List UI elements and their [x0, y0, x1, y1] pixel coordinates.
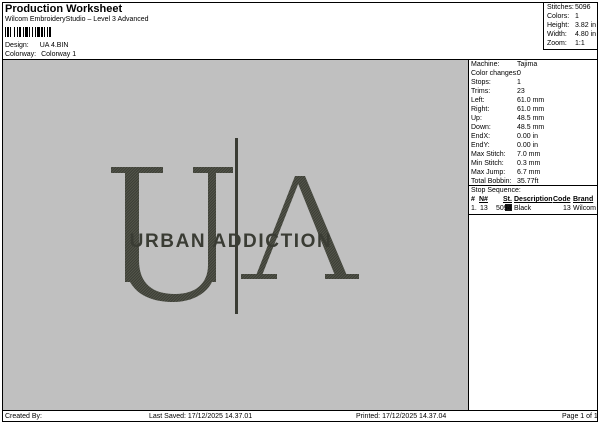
endx-label: EndX:	[471, 133, 491, 140]
machine-label: Machine:	[471, 61, 500, 68]
trims-value: 23	[517, 88, 525, 95]
colorway-label: Colorway:	[5, 51, 37, 58]
trims-label: Trims:	[471, 88, 491, 95]
page-title: Production Worksheet	[5, 3, 123, 15]
printed-date: Printed: 17/12/2025 14.37.04	[356, 413, 447, 420]
stop-sequence-title: Stop Sequence:	[471, 187, 521, 194]
logo-vertical-line	[235, 138, 238, 314]
color-changes-value: 0	[517, 70, 521, 77]
max-jump-value: 6.7 mm	[517, 169, 541, 176]
last-saved: Last Saved: 17/12/2025 14.37.01	[149, 413, 253, 420]
seq-col-num: #	[471, 196, 475, 203]
colors-label: Colors:	[547, 13, 570, 20]
colorway-name: Colorway 1	[41, 51, 77, 58]
design-name: UA 4.BIN	[39, 42, 69, 49]
endy-value: 0.00 in	[517, 142, 539, 149]
width-label: Width:	[547, 31, 567, 38]
seq-col-stitches: St.	[503, 196, 512, 203]
design-row: Design: UA 4.BIN	[5, 42, 68, 50]
zoom-value: 1:1	[575, 40, 585, 47]
ua-logo-artwork: URBAN ADDICTION	[111, 138, 359, 314]
panel-divider	[468, 59, 469, 410]
left-label: Left:	[471, 97, 485, 104]
down-label: Down:	[471, 124, 491, 131]
max-stitch-value: 7.0 mm	[517, 151, 541, 158]
seq-col-needle: N#	[479, 196, 488, 203]
seq-row-description: Black	[514, 205, 532, 212]
seq-col-brand: Brand	[573, 196, 594, 203]
up-label: Up:	[471, 115, 482, 122]
stops-label: Stops:	[471, 79, 491, 86]
max-stitch-label: Max Stitch:	[471, 151, 506, 158]
machine-value: Tajima	[517, 61, 538, 68]
colorway-row: Colorway: Colorway 1	[5, 51, 76, 59]
max-jump-label: Max Jump:	[471, 169, 506, 176]
left-value: 61.0 mm	[517, 97, 545, 104]
width-value: 4.80 in	[575, 31, 597, 38]
seq-row-num: 1.	[471, 205, 477, 212]
seq-row-stitches: 5094	[496, 205, 512, 212]
letter-a-mark	[241, 176, 359, 279]
down-value: 48.5 mm	[517, 124, 545, 131]
created-by: Created By:	[5, 413, 42, 420]
up-value: 48.5 mm	[517, 115, 545, 122]
colors-value: 1	[575, 13, 579, 20]
stitches-value: 5096	[575, 4, 591, 11]
endx-value: 0.00 in	[517, 133, 539, 140]
stops-value: 1	[517, 79, 521, 86]
seq-row-needle: 13	[480, 205, 488, 212]
seq-col-code: Code	[553, 196, 571, 203]
color-changes-label: Color changes:	[471, 70, 519, 77]
page-number: Page 1 of 1	[562, 413, 598, 420]
min-stitch-label: Min Stitch:	[471, 160, 504, 167]
seq-row-brand: Wilcom	[573, 205, 596, 212]
stitches-label: Stitches:	[547, 4, 574, 11]
footer-divider	[2, 410, 598, 411]
seq-row-code: 13	[563, 205, 571, 212]
height-value: 3.82 in	[575, 22, 597, 29]
stop-sequence-divider	[469, 185, 598, 186]
design-preview: URBAN ADDICTION	[3, 60, 468, 410]
endy-label: EndY:	[471, 142, 490, 149]
right-label: Right:	[471, 106, 490, 113]
software-subtitle: Wilcom EmbroideryStudio – Level 3 Advanc…	[5, 16, 149, 23]
seq-col-description: Description	[514, 196, 553, 203]
logo-tagline: URBAN ADDICTION	[130, 231, 333, 252]
zoom-label: Zoom:	[547, 40, 567, 47]
design-label: Design:	[5, 42, 29, 49]
barcode-image	[5, 27, 51, 37]
right-value: 61.0 mm	[517, 106, 545, 113]
height-label: Height:	[547, 22, 570, 29]
min-stitch-value: 0.3 mm	[517, 160, 541, 167]
stop-sequence-bottom-divider	[469, 214, 598, 215]
